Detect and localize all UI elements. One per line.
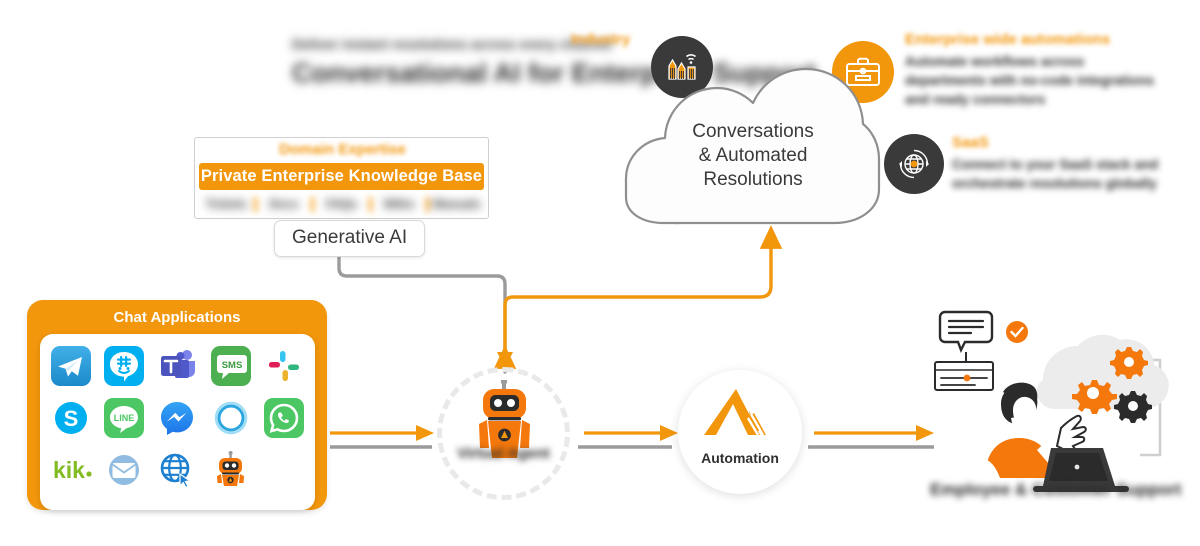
knowledge-source: Manuals — [432, 197, 481, 211]
svg-text:SMS: SMS — [222, 360, 243, 371]
knowledge-source: FAQs — [325, 197, 358, 211]
enterprise-automations-title: Enterprise wide automations — [905, 31, 1111, 48]
chat-applications-grid: SMS S LINE kik — [40, 334, 315, 510]
cortana-icon[interactable] — [211, 398, 251, 438]
enterprise-automations-block: Enterprise wide automations Automate wor… — [905, 31, 1167, 109]
cloud-line-3: Resolutions — [703, 169, 803, 190]
saas-title: SaaS — [952, 134, 989, 151]
industry-label: Industry — [571, 31, 631, 48]
line-icon[interactable]: LINE — [104, 398, 145, 438]
automation-logo-icon — [704, 389, 766, 436]
microsoft-teams-icon[interactable] — [157, 346, 197, 386]
knowledge-source: Wikis — [383, 197, 415, 211]
cloud-line-2: & Automated — [698, 145, 808, 166]
knowledge-source-row: Tickets Docs FAQs Wikis Manuals — [199, 193, 484, 215]
slack-icon[interactable] — [264, 346, 304, 386]
virtual-agent-label: Virtual Agent — [457, 445, 550, 462]
svg-text:LINE: LINE — [114, 413, 135, 423]
saas-block: SaaS Connect to your SaaS stack and orch… — [952, 134, 1172, 193]
saas-body: Connect to your SaaS stack and orchestra… — [952, 157, 1159, 191]
domain-expertise-title: Domain Expertise — [279, 141, 406, 158]
sms-icon[interactable]: SMS — [210, 346, 251, 386]
skype-icon[interactable]: S — [51, 398, 91, 438]
whatsapp-icon[interactable] — [264, 398, 305, 438]
knowledge-source: Docs — [269, 197, 299, 211]
hero-title: Conversational AI for Enterprise Support — [292, 58, 817, 88]
chat-applications-title: Chat Applications — [113, 309, 241, 326]
automation-label: Automation — [701, 450, 779, 466]
facebook-messenger-icon[interactable] — [157, 398, 197, 438]
enterprise-automations-body: Automate workflows across departments wi… — [905, 54, 1155, 107]
kik-icon[interactable]: kik — [51, 450, 92, 490]
email-icon[interactable] — [104, 450, 144, 490]
private-knowledge-base-bar: Private Enterprise Knowledge Base — [199, 163, 484, 190]
globe-gear-icon — [884, 134, 944, 194]
diagram-canvas: Deliver instant resolutions across every… — [0, 0, 1200, 546]
groupme-icon[interactable] — [104, 346, 145, 386]
bot-icon[interactable] — [211, 450, 251, 490]
knowledge-source: Tickets — [205, 197, 247, 211]
web-icon[interactable] — [157, 450, 197, 490]
cloud-caption: Conversations & Automated Resolutions — [648, 120, 858, 192]
svg-text:S: S — [63, 406, 78, 431]
svg-text:kik: kik — [53, 457, 85, 483]
telegram-icon[interactable] — [50, 346, 91, 386]
illustration-caption: Employee & Customer Support — [930, 480, 1182, 499]
private-knowledge-base-label: Private Enterprise Knowledge Base — [200, 167, 483, 185]
generative-ai-pill[interactable]: Generative AI — [274, 220, 426, 257]
support-illustration — [934, 310, 1169, 492]
cloud-line-1: Conversations — [692, 121, 814, 142]
